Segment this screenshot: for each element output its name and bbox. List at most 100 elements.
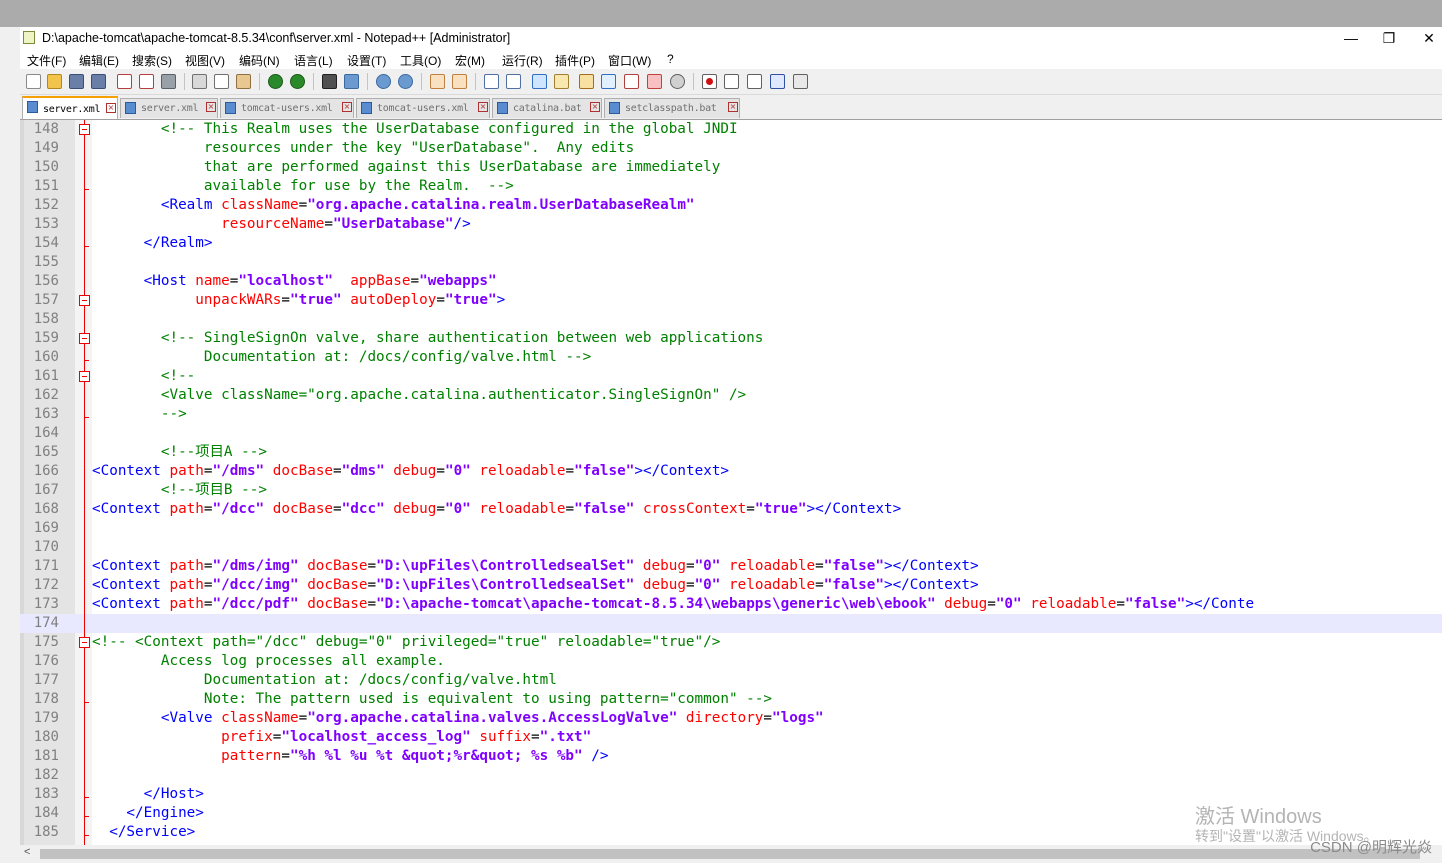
redo-icon[interactable] [290, 74, 305, 89]
code-line[interactable]: 177 Documentation at: /docs/config/valve… [20, 671, 1442, 690]
code-line[interactable]: 174 [20, 614, 1442, 633]
doc-map-icon[interactable] [579, 74, 594, 89]
horizontal-scrollbar[interactable]: < [20, 845, 1442, 863]
tab-close-icon[interactable]: × [478, 102, 488, 112]
tab-tomcat-users-xml[interactable]: tomcat-users.xml × [220, 98, 354, 118]
menu-tools[interactable]: 工具(O) [400, 52, 441, 69]
menu-plugins[interactable]: 插件(P) [555, 52, 595, 69]
code-line[interactable]: 158 [20, 310, 1442, 329]
fold-toggle-icon[interactable] [79, 295, 90, 306]
code-line[interactable]: 173 <Context path="/dcc/pdf" docBase="D:\… [20, 595, 1442, 614]
code-editor[interactable]: 148 <!-- This Realm uses the UserDatabas… [20, 120, 1442, 845]
tab-close-icon[interactable]: × [206, 102, 216, 112]
tab-setclasspath-bat[interactable]: setclasspath.bat × [604, 98, 740, 118]
print-icon[interactable] [161, 74, 176, 89]
code-line[interactable]: 149 resources under the key "UserDatabas… [20, 139, 1442, 158]
close-button[interactable]: ✕ [1406, 27, 1442, 49]
code-line[interactable]: 166 <Context path="/dms" docBase="dms" de… [20, 462, 1442, 481]
code-line[interactable]: 170 [20, 538, 1442, 557]
code-line[interactable]: 154 </Realm> [20, 234, 1442, 253]
fold-toggle-icon[interactable] [79, 124, 90, 135]
undo-icon[interactable] [268, 74, 283, 89]
word-wrap-icon[interactable] [484, 74, 499, 89]
scrollbar-thumb[interactable] [40, 849, 1420, 859]
user-language-icon[interactable] [554, 74, 569, 89]
tab-close-icon[interactable]: × [590, 102, 600, 112]
code-line[interactable]: 150 that are performed against this User… [20, 158, 1442, 177]
indent-guide-icon[interactable] [532, 74, 547, 89]
menu-settings[interactable]: 设置(T) [347, 52, 386, 69]
menu-window[interactable]: 窗口(W) [608, 52, 651, 69]
code-line[interactable]: 156 <Host name="localhost" appBase="weba… [20, 272, 1442, 291]
fold-toggle-icon[interactable] [79, 333, 90, 344]
find-icon[interactable] [322, 74, 337, 89]
code-line[interactable]: 152 <Realm className="org.apache.catalin… [20, 196, 1442, 215]
code-line[interactable]: 168 <Context path="/dcc" docBase="dcc" de… [20, 500, 1442, 519]
play-macro-icon[interactable] [747, 74, 762, 89]
menu-edit[interactable]: 编辑(E) [79, 52, 119, 69]
code-line[interactable]: 161 <!-- [20, 367, 1442, 386]
code-line[interactable]: 179 <Valve className="org.apache.catalin… [20, 709, 1442, 728]
code-line[interactable]: 148 <!-- This Realm uses the UserDatabas… [20, 120, 1442, 139]
close-file-icon[interactable] [117, 74, 132, 89]
code-line[interactable]: 181 pattern="%h %l %u %t &quot;%r&quot; … [20, 747, 1442, 766]
title-bar[interactable]: D:\apache-tomcat\apache-tomcat-8.5.34\co… [20, 27, 1442, 49]
fold-toggle-icon[interactable] [79, 371, 90, 382]
code-line[interactable]: 176 Access log processes all example. [20, 652, 1442, 671]
menu-run[interactable]: 运行(R) [502, 52, 543, 69]
tab-close-icon[interactable]: × [342, 102, 352, 112]
run-macro-multiple-icon[interactable] [770, 74, 785, 89]
cut-icon[interactable] [192, 74, 207, 89]
function-list-icon[interactable] [624, 74, 639, 89]
menu-language[interactable]: 语言(L) [294, 52, 333, 69]
code-line[interactable]: 151 available for use by the Realm. --> [20, 177, 1442, 196]
folder-workspace-icon[interactable] [647, 74, 662, 89]
monitoring-icon[interactable] [670, 74, 685, 89]
save-macro-icon[interactable] [793, 74, 808, 89]
tab-server-xml-active[interactable]: server.xml × [22, 96, 118, 119]
code-line[interactable]: 180 prefix = "localhost_access_log" suffix… [20, 728, 1442, 747]
code-line[interactable]: 178 Note: The pattern used is equivalent… [20, 690, 1442, 709]
code-line[interactable]: 171 <Context path="/dms/img" docBase="D:\… [20, 557, 1442, 576]
code-line[interactable]: 163 --> [20, 405, 1442, 424]
code-line[interactable]: 159 <!-- SingleSignOn valve, share authe… [20, 329, 1442, 348]
open-folder-icon[interactable] [47, 74, 62, 89]
record-macro-icon[interactable] [702, 74, 717, 89]
tab-close-icon[interactable]: × [106, 103, 116, 113]
code-line[interactable]: 169 [20, 519, 1442, 538]
menu-search[interactable]: 搜索(S) [132, 52, 172, 69]
code-line[interactable]: 157 unpackWARs="true" autoDeploy="true"> [20, 291, 1442, 310]
close-all-icon[interactable] [139, 74, 154, 89]
stop-macro-icon[interactable] [724, 74, 739, 89]
code-line[interactable]: 164 [20, 424, 1442, 443]
code-line[interactable]: 160 Documentation at: /docs/config/valve… [20, 348, 1442, 367]
code-line[interactable]: 162 <Valve className="org.apache.catalin… [20, 386, 1442, 405]
tab-close-icon[interactable]: × [728, 102, 738, 112]
scroll-left-icon[interactable]: < [24, 846, 30, 858]
tab-catalina-bat[interactable]: catalina.bat × [492, 98, 602, 118]
code-line[interactable]: 175 <!-- <Context path="/dcc" debug="0" p… [20, 633, 1442, 652]
copy-icon[interactable] [214, 74, 229, 89]
menu-macro[interactable]: 宏(M) [455, 52, 485, 69]
zoom-out-icon[interactable] [398, 74, 413, 89]
tab-tomcat-users-xml-2[interactable]: tomcat-users.xml × [356, 98, 490, 118]
code-line[interactable]: 182 [20, 766, 1442, 785]
show-all-chars-icon[interactable] [506, 74, 521, 89]
sync-vertical-icon[interactable] [430, 74, 445, 89]
code-line[interactable]: 155 [20, 253, 1442, 272]
sync-horizontal-icon[interactable] [452, 74, 467, 89]
tab-server-xml[interactable]: server.xml × [120, 98, 218, 118]
menu-help[interactable]: ? [667, 52, 674, 66]
code-line[interactable]: 153 resourceName="UserDatabase"/> [20, 215, 1442, 234]
menu-file[interactable]: 文件(F) [27, 52, 66, 69]
code-line[interactable]: 172 <Context path="/dcc/img" docBase="D:\… [20, 576, 1442, 595]
replace-icon[interactable] [344, 74, 359, 89]
save-icon[interactable] [69, 74, 84, 89]
code-line[interactable]: 165 <!--项目A --> [20, 443, 1442, 462]
menu-encoding[interactable]: 编码(N) [239, 52, 280, 69]
code-line[interactable]: 167 <!--项目B --> [20, 481, 1442, 500]
menu-view[interactable]: 视图(V) [185, 52, 225, 69]
fold-toggle-icon[interactable] [79, 637, 90, 648]
zoom-in-icon[interactable] [376, 74, 391, 89]
new-file-icon[interactable] [26, 74, 41, 89]
